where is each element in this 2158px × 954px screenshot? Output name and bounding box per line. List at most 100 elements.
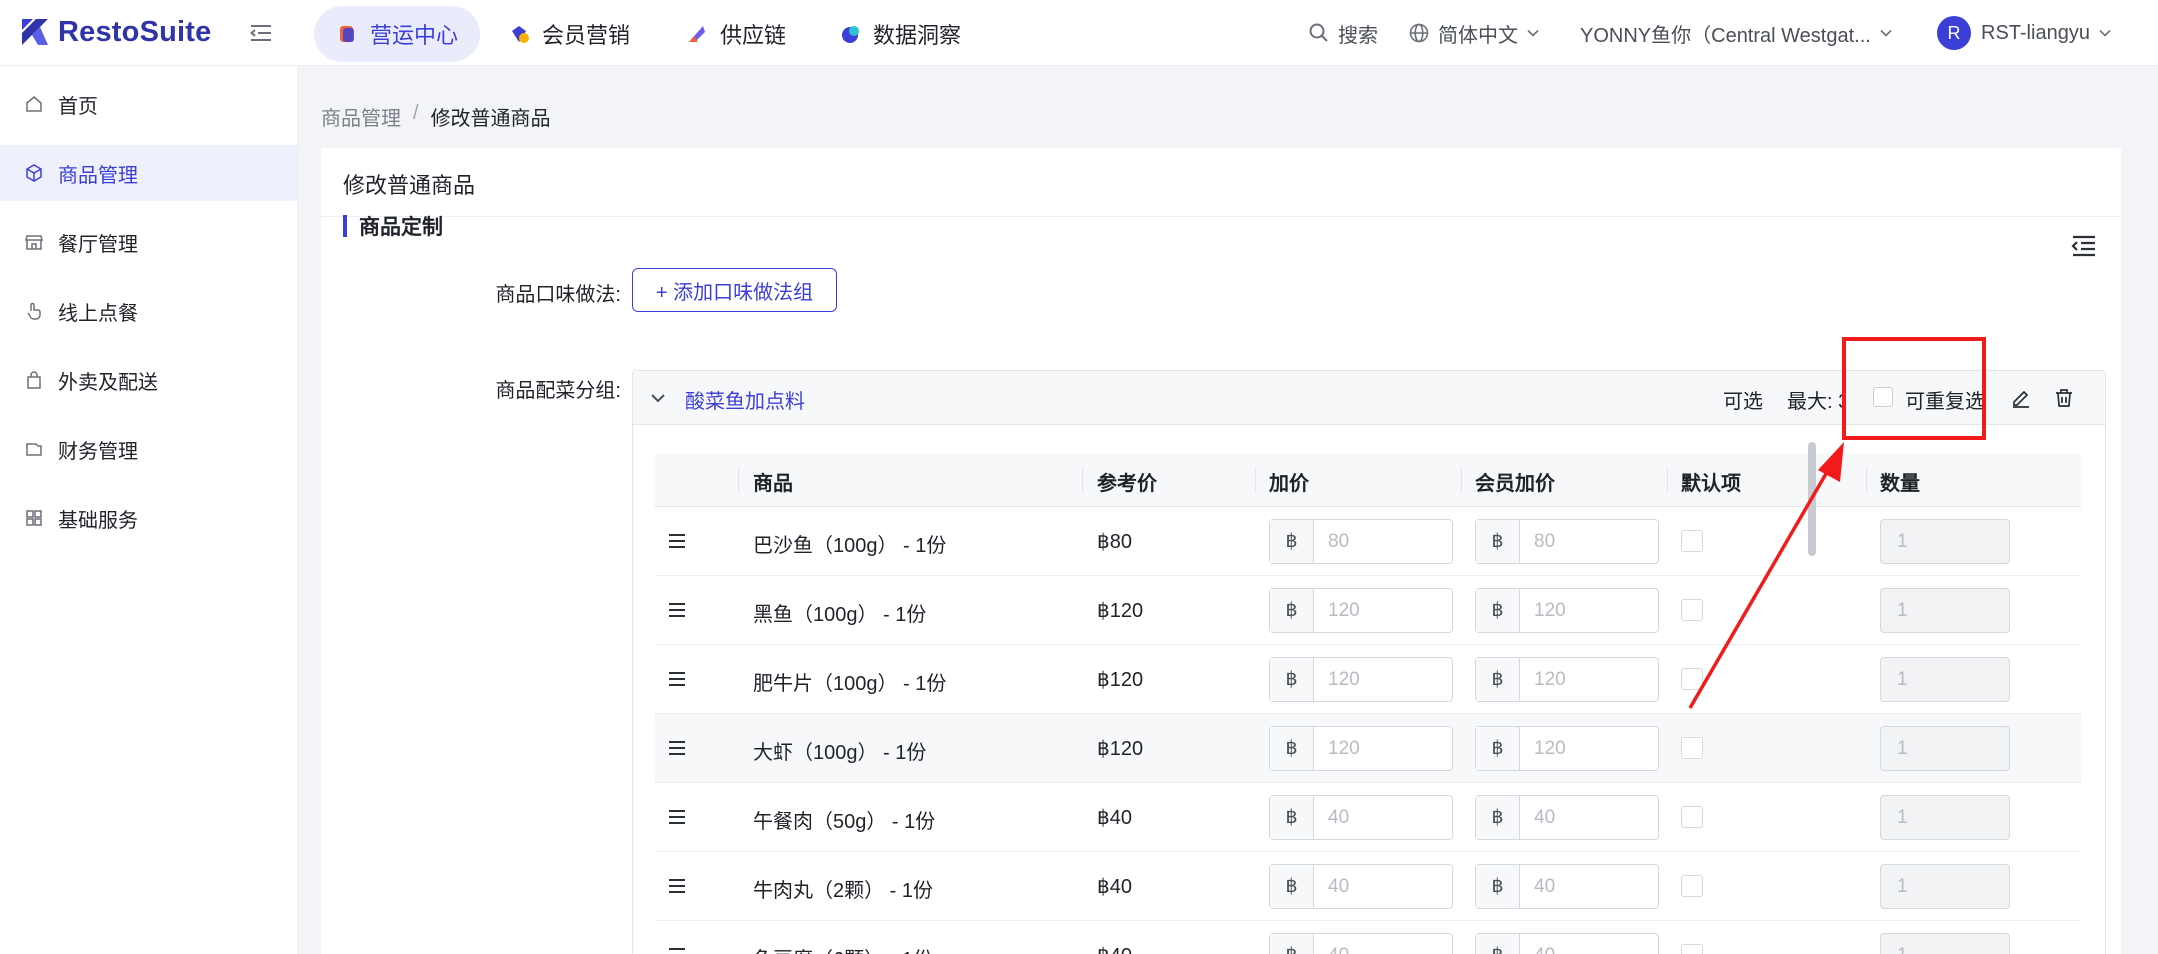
quantity-input: 1 xyxy=(1880,588,2010,633)
brand-name: RestoSuite xyxy=(58,15,212,48)
avatar: R xyxy=(1937,16,1971,50)
search-button[interactable]: 搜索 xyxy=(1308,0,1378,66)
table-header: 商品 参考价 加价 会员加价 默认项 数量 xyxy=(655,453,2081,507)
default-checkbox[interactable] xyxy=(1681,806,1703,828)
quantity-input: 1 xyxy=(1880,726,2010,771)
tab-label: 会员营销 xyxy=(542,23,631,48)
tab-supply-chain[interactable]: 供应链 xyxy=(664,6,808,62)
sidebar-item-product-management[interactable]: 商品管理 xyxy=(0,145,298,201)
sidebar-item-label: 线上点餐 xyxy=(58,302,138,325)
store-selector[interactable]: YONNY鱼你（Central Westgat... xyxy=(1580,0,1893,66)
column-divider xyxy=(1255,467,1256,493)
member-markup-input[interactable]: ฿40 xyxy=(1475,795,1659,840)
table-body: 巴沙鱼（100g） - 1份 ฿80 ฿ 80 ฿ 80 1 黑鱼（100g） - … xyxy=(655,507,2081,954)
drag-handle-icon[interactable] xyxy=(667,945,687,954)
tab-data-insights[interactable]: 数据洞察 xyxy=(817,6,983,62)
markup-input[interactable]: ฿ 120 xyxy=(1269,726,1453,771)
logo[interactable]: RestoSuite xyxy=(20,14,211,50)
sidebar-item-delivery[interactable]: 外卖及配送 xyxy=(0,352,298,408)
drag-handle-icon[interactable] xyxy=(667,807,687,827)
scrollbar-thumb[interactable] xyxy=(1808,442,1816,556)
tab-operations-center[interactable]: 营运中心 xyxy=(314,6,481,62)
tab-member-marketing[interactable]: 会员营销 xyxy=(486,6,652,62)
chevron-down-icon xyxy=(2099,29,2111,37)
language-label: 简体中文 xyxy=(1438,24,1518,47)
flavor-label: 商品口味做法: xyxy=(495,284,621,306)
sidebar-item-restaurant-management[interactable]: 餐厅管理 xyxy=(0,214,298,270)
member-markup-input[interactable]: ฿ 120 xyxy=(1475,588,1659,633)
outline-toggle-icon[interactable] xyxy=(2068,230,2100,262)
markup-value: 120 xyxy=(1328,669,1360,690)
member-markup-input[interactable]: ฿40 xyxy=(1475,933,1659,954)
currency-prefix: ฿ xyxy=(1476,796,1520,839)
member-markup-input[interactable]: ฿ 80 xyxy=(1475,519,1659,564)
drag-handle-icon[interactable] xyxy=(667,669,687,689)
sidebar-item-label: 财务管理 xyxy=(58,440,138,463)
drag-handle-icon[interactable] xyxy=(667,738,687,758)
markup-input[interactable]: ฿ 120 xyxy=(1269,657,1453,702)
markup-input[interactable]: ฿40 xyxy=(1269,795,1453,840)
default-checkbox[interactable] xyxy=(1681,668,1703,690)
product-name: 黑鱼（100g） - 1份 xyxy=(753,604,927,626)
product-name: 午餐肉（50g） - 1份 xyxy=(753,811,936,833)
markup-input[interactable]: ฿ 120 xyxy=(1269,588,1453,633)
sidebar-item-home[interactable]: 首页 xyxy=(0,76,298,132)
drag-handle-icon[interactable] xyxy=(667,531,687,551)
member-markup-value: 120 xyxy=(1534,669,1566,690)
product-name: 巴沙鱼（100g） - 1份 xyxy=(753,535,947,557)
ref-price: ฿120 xyxy=(1097,738,1144,760)
edit-icon[interactable] xyxy=(2010,387,2032,409)
markup-input[interactable]: ฿40 xyxy=(1269,864,1453,909)
quantity-input: 1 xyxy=(1880,864,2010,909)
default-checkbox[interactable] xyxy=(1681,599,1703,621)
column-header-ref-price: 参考价 xyxy=(1097,473,1157,495)
chevron-down-icon[interactable] xyxy=(649,389,667,407)
quantity-input: 1 xyxy=(1880,519,2010,564)
table-row: 午餐肉（50g） - 1份 ฿40 ฿ 40 ฿ 40 1 xyxy=(655,783,2081,852)
home-icon xyxy=(26,96,42,112)
tab-label: 供应链 xyxy=(720,23,787,48)
column-divider xyxy=(1082,467,1083,493)
sidebar-item-label: 外卖及配送 xyxy=(58,371,158,394)
breadcrumb-parent[interactable]: 商品管理 xyxy=(321,102,401,131)
ref-price: ฿40 xyxy=(1097,876,1132,898)
markup-input[interactable]: ฿40 xyxy=(1269,933,1453,954)
globe-icon xyxy=(1409,23,1429,43)
section-title-text: 商品定制 xyxy=(359,216,443,239)
sidebar-item-basic-services[interactable]: 基础服务 xyxy=(0,490,298,546)
collapse-sidebar-icon[interactable] xyxy=(248,20,274,46)
default-checkbox[interactable] xyxy=(1681,737,1703,759)
chevron-down-icon xyxy=(1880,29,1892,37)
markup-value: 40 xyxy=(1328,876,1350,897)
bag-icon xyxy=(27,371,41,389)
restosuite-logo-icon xyxy=(22,19,48,45)
group-name: 酸菜鱼加点料 xyxy=(685,391,805,413)
markup-input[interactable]: ฿ 80 xyxy=(1269,519,1453,564)
add-flavor-group-button[interactable]: + 添加口味做法组 xyxy=(632,268,837,312)
user-name: RST-liangyu xyxy=(1981,21,2090,44)
sidebar-item-online-ordering[interactable]: 线上点餐 xyxy=(0,283,298,339)
default-checkbox[interactable] xyxy=(1681,875,1703,897)
currency-prefix: ฿ xyxy=(1476,658,1520,701)
drag-handle-icon[interactable] xyxy=(667,600,687,620)
currency-prefix: ฿ xyxy=(1270,589,1314,632)
delete-icon[interactable] xyxy=(2053,387,2075,409)
top-bar: RestoSuite 营运中心 会员营销 供应链 数据洞察 搜索 简体中文 YO… xyxy=(0,0,2158,66)
language-selector[interactable]: 简体中文 xyxy=(1408,0,1540,66)
currency-prefix: ฿ xyxy=(1476,589,1520,632)
table-row: 巴沙鱼（100g） - 1份 ฿80 ฿ 80 ฿ 80 1 xyxy=(655,507,2081,576)
currency-prefix: ฿ xyxy=(1476,520,1520,563)
member-markup-input[interactable]: ฿ 120 xyxy=(1475,726,1659,771)
default-checkbox[interactable] xyxy=(1681,530,1703,552)
currency-prefix: ฿ xyxy=(1270,796,1314,839)
ref-price: ฿40 xyxy=(1097,807,1132,829)
user-menu[interactable]: R RST-liangyu xyxy=(1937,0,2112,66)
default-checkbox[interactable] xyxy=(1681,944,1703,954)
member-markup-input[interactable]: ฿40 xyxy=(1475,864,1659,909)
member-markup-input[interactable]: ฿ 120 xyxy=(1475,657,1659,702)
drag-handle-icon[interactable] xyxy=(667,876,687,896)
table-row: 大虾（100g） - 1份 ฿120 ฿ 120 ฿ 120 1 xyxy=(655,714,2081,783)
member-markup-value: 120 xyxy=(1534,600,1566,621)
sidebar: 首页 商品管理 餐厅管理 线上点餐 外卖及配送 财务管理 基础服务 xyxy=(0,66,298,954)
sidebar-item-finance[interactable]: 财务管理 xyxy=(0,421,298,477)
